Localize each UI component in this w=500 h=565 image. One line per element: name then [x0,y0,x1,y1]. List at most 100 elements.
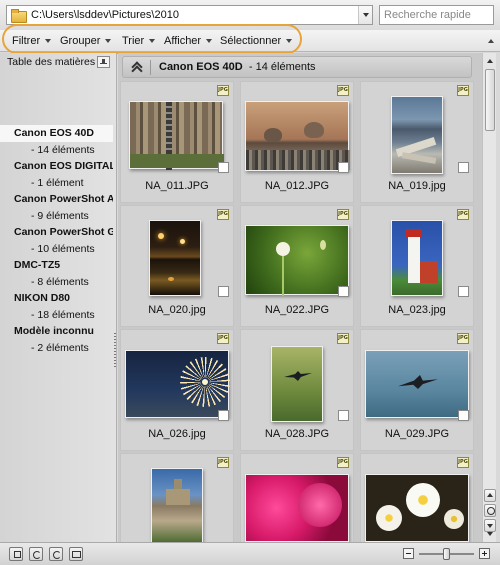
menu-select[interactable]: Sélectionner [220,35,293,47]
jpg-badge-icon: JPG [217,209,229,220]
group-header-title: Canon EOS 40D - 14 éléments [159,61,316,73]
menu-select-label: Sélectionner [220,35,282,47]
toc-count: - 10 éléments [31,243,95,255]
menu-sort[interactable]: Trier [122,35,156,47]
jpg-badge-icon: JPG [337,85,349,96]
toc-group-unknown-model[interactable]: Modèle inconnu [0,323,113,340]
current-group-button[interactable] [484,504,496,517]
collapse-group-icon[interactable] [131,62,143,72]
address-path: C:\Users\lsddev\Pictures\2010 [31,9,179,21]
jpg-badge-icon: JPG [337,333,349,344]
photo-thumbnail [151,468,203,542]
select-checkbox[interactable] [218,162,229,173]
table-of-contents-pane: Table des matières Canon EOS 40D - 14 él… [0,53,117,542]
previous-group-button[interactable] [484,489,496,502]
thumbnail-tile[interactable]: JPG NA_012.JPG [240,81,354,203]
jpg-badge-icon: JPG [457,209,469,220]
scroll-down-arrow-icon[interactable] [484,528,496,540]
rotate-right-icon[interactable] [49,547,63,561]
thumbnail-tile[interactable]: JPG NA_020.jpg [120,205,234,327]
select-checkbox[interactable] [338,162,349,173]
thumbnail-filename: NA_029.JPG [384,428,450,440]
jpg-badge-icon: JPG [457,85,469,96]
thumbnail-tile[interactable]: JPG NA_022.JPG [240,205,354,327]
thumbnail-tile[interactable]: JPG NA_029.JPG [360,329,474,451]
chevron-down-icon [286,39,293,43]
scroll-up-arrow-icon[interactable] [484,55,496,67]
thumbnail-tile[interactable]: JPG NA_019.jpg [360,81,474,203]
menu-sort-label: Trier [122,35,145,47]
slideshow-icon[interactable] [69,547,83,561]
status-bar [0,542,500,565]
thumbnail-filename: NA_028.JPG [264,428,330,440]
zoom-out-button[interactable] [403,548,414,559]
toc-list: Canon EOS 40D - 14 éléments Canon EOS DI… [0,125,113,356]
export-icon[interactable] [9,547,23,561]
thumbnail-tile[interactable]: JPG [240,453,354,542]
toc-group-dmc-tz5[interactable]: DMC-TZ5 [0,257,113,274]
vertical-scrollbar[interactable] [482,53,496,542]
select-checkbox[interactable] [458,286,469,297]
thumbnail-pane: Canon EOS 40D - 14 éléments JPG NA_011.J… [118,53,482,542]
thumbnail-filename: NA_023.jpg [388,304,446,316]
toc-count: - 1 élément [31,177,84,189]
chevron-down-icon [206,39,213,43]
select-checkbox[interactable] [338,410,349,421]
scrollbar-thumb[interactable] [485,69,495,131]
splitter-grip[interactable] [114,333,116,367]
separator [150,60,151,75]
photo-thumbnail [245,474,349,542]
menu-group[interactable]: Grouper [60,35,112,47]
thumbnail-filename: NA_026.jpg [148,428,206,440]
toc-count: - 2 éléments [31,342,89,354]
jpg-badge-icon: JPG [217,457,229,468]
toc-count: - 8 éléments [31,276,89,288]
photo-thumbnail [125,350,230,418]
zoom-in-button[interactable] [479,548,490,559]
command-bar: Filtrer Grouper Trier Afficher Sélection… [0,30,500,52]
menu-filter[interactable]: Filtrer [12,35,52,47]
menu-group-label: Grouper [60,35,101,47]
chevron-down-icon [45,39,52,43]
menu-view[interactable]: Afficher [164,35,213,47]
photo-thumbnail [271,346,323,422]
sidebar-title: Table des matières [7,56,96,68]
collapse-toolbar-button[interactable] [488,39,494,43]
photo-thumbnail [129,101,224,170]
toc-group-canon-powershot-1[interactable]: Canon PowerShot A95 [0,191,113,208]
toc-group-nikon-d80[interactable]: NIKON D80 [0,290,113,307]
jpg-badge-icon: JPG [217,333,229,344]
thumbnail-tile[interactable]: JPG [360,453,474,542]
rotate-left-icon[interactable] [29,547,43,561]
address-dropdown-button[interactable] [358,6,372,24]
zoom-slider-thumb[interactable] [443,548,450,560]
thumbnail-tile[interactable]: JPG NA_011.JPG [120,81,234,203]
select-checkbox[interactable] [458,410,469,421]
toc-group-canon-eos-digital[interactable]: Canon EOS DIGITAL REBEL [0,158,113,175]
thumbnail-tile[interactable]: JPG NA_026.jpg [120,329,234,451]
jpg-badge-icon: JPG [457,333,469,344]
select-checkbox[interactable] [218,286,229,297]
jpg-badge-icon: JPG [457,457,469,468]
thumbnail-tile[interactable]: JPG NA_028.JPG [240,329,354,451]
thumbnail-filename: NA_022.JPG [264,304,330,316]
toc-group-canon-powershot-2[interactable]: Canon PowerShot G9 [0,224,113,241]
select-checkbox[interactable] [218,410,229,421]
group-header[interactable]: Canon EOS 40D - 14 éléments [122,56,472,78]
menu-filter-label: Filtrer [12,35,41,47]
select-checkbox[interactable] [458,162,469,173]
thumbnail-filename: NA_012.JPG [264,180,330,192]
address-field[interactable]: C:\Users\lsddev\Pictures\2010 [6,5,373,25]
toc-group-canon-eos-40d[interactable]: Canon EOS 40D [0,125,113,142]
quick-search-input[interactable]: Recherche rapide [379,5,494,25]
photo-thumbnail [391,220,443,296]
jpg-badge-icon: JPG [217,85,229,96]
photo-thumbnail [245,225,349,296]
thumbnail-tile[interactable]: JPG [120,453,234,542]
toc-count: - 14 éléments [31,144,95,156]
thumbnail-filename: NA_019.jpg [388,180,446,192]
thumbnail-tile[interactable]: JPG NA_023.jpg [360,205,474,327]
photo-thumbnail [149,220,201,296]
pin-icon[interactable] [97,56,110,68]
select-checkbox[interactable] [338,286,349,297]
